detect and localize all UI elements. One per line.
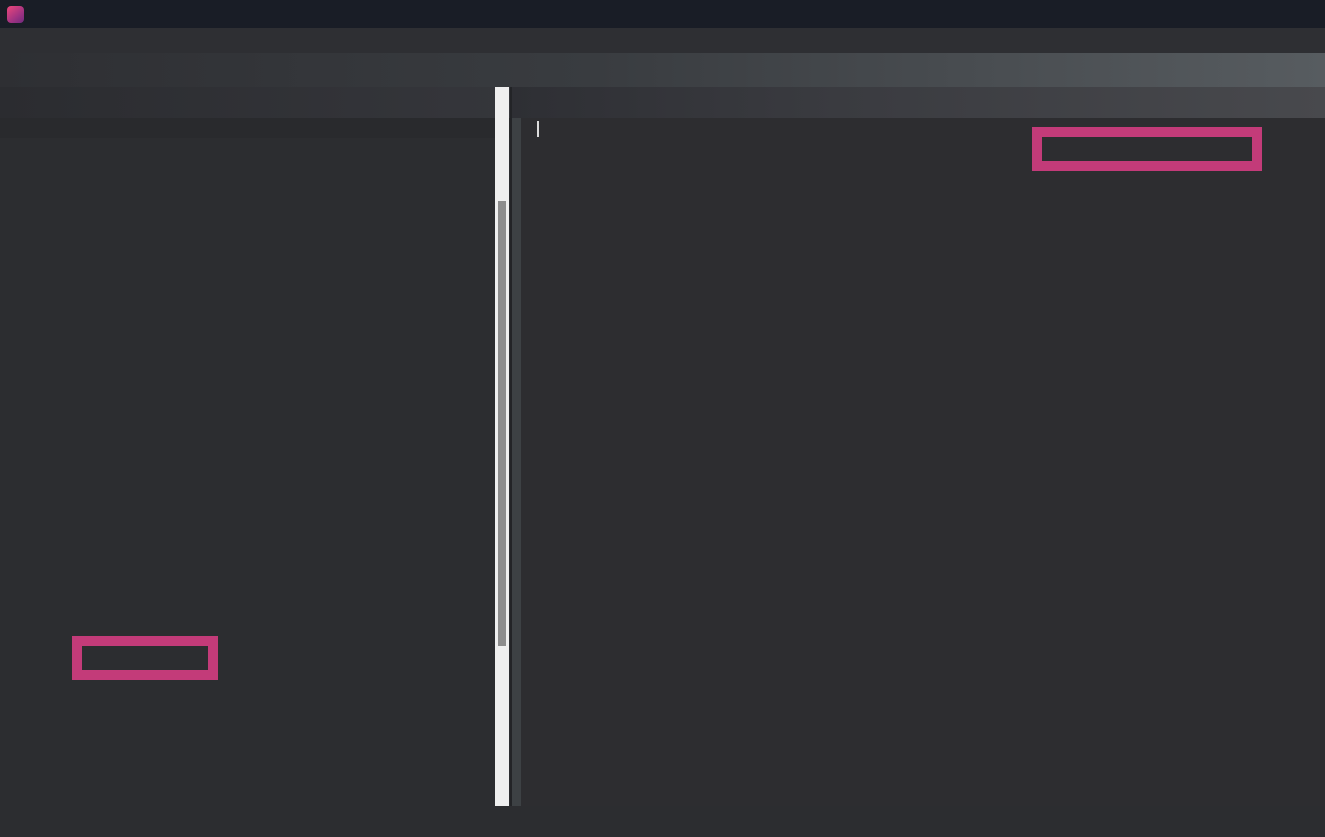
model-explorer-tree xyxy=(0,138,510,806)
panel-tab-bar xyxy=(0,87,510,118)
editor-tab-bar xyxy=(512,87,1325,118)
text-cursor xyxy=(537,121,539,137)
app-logo-icon xyxy=(7,6,24,23)
left-panel xyxy=(0,87,510,806)
editor-annotation-ruler xyxy=(512,118,521,806)
panel-scrollbar-thumb[interactable] xyxy=(498,201,506,646)
panel-scrollbar[interactable] xyxy=(495,87,509,806)
title-bar xyxy=(0,0,1325,28)
editor-area xyxy=(512,87,1325,806)
panel-toolbar xyxy=(0,118,510,138)
main-toolbar xyxy=(0,53,1325,87)
code-editor[interactable] xyxy=(521,118,1325,806)
menu-bar xyxy=(0,28,1325,53)
